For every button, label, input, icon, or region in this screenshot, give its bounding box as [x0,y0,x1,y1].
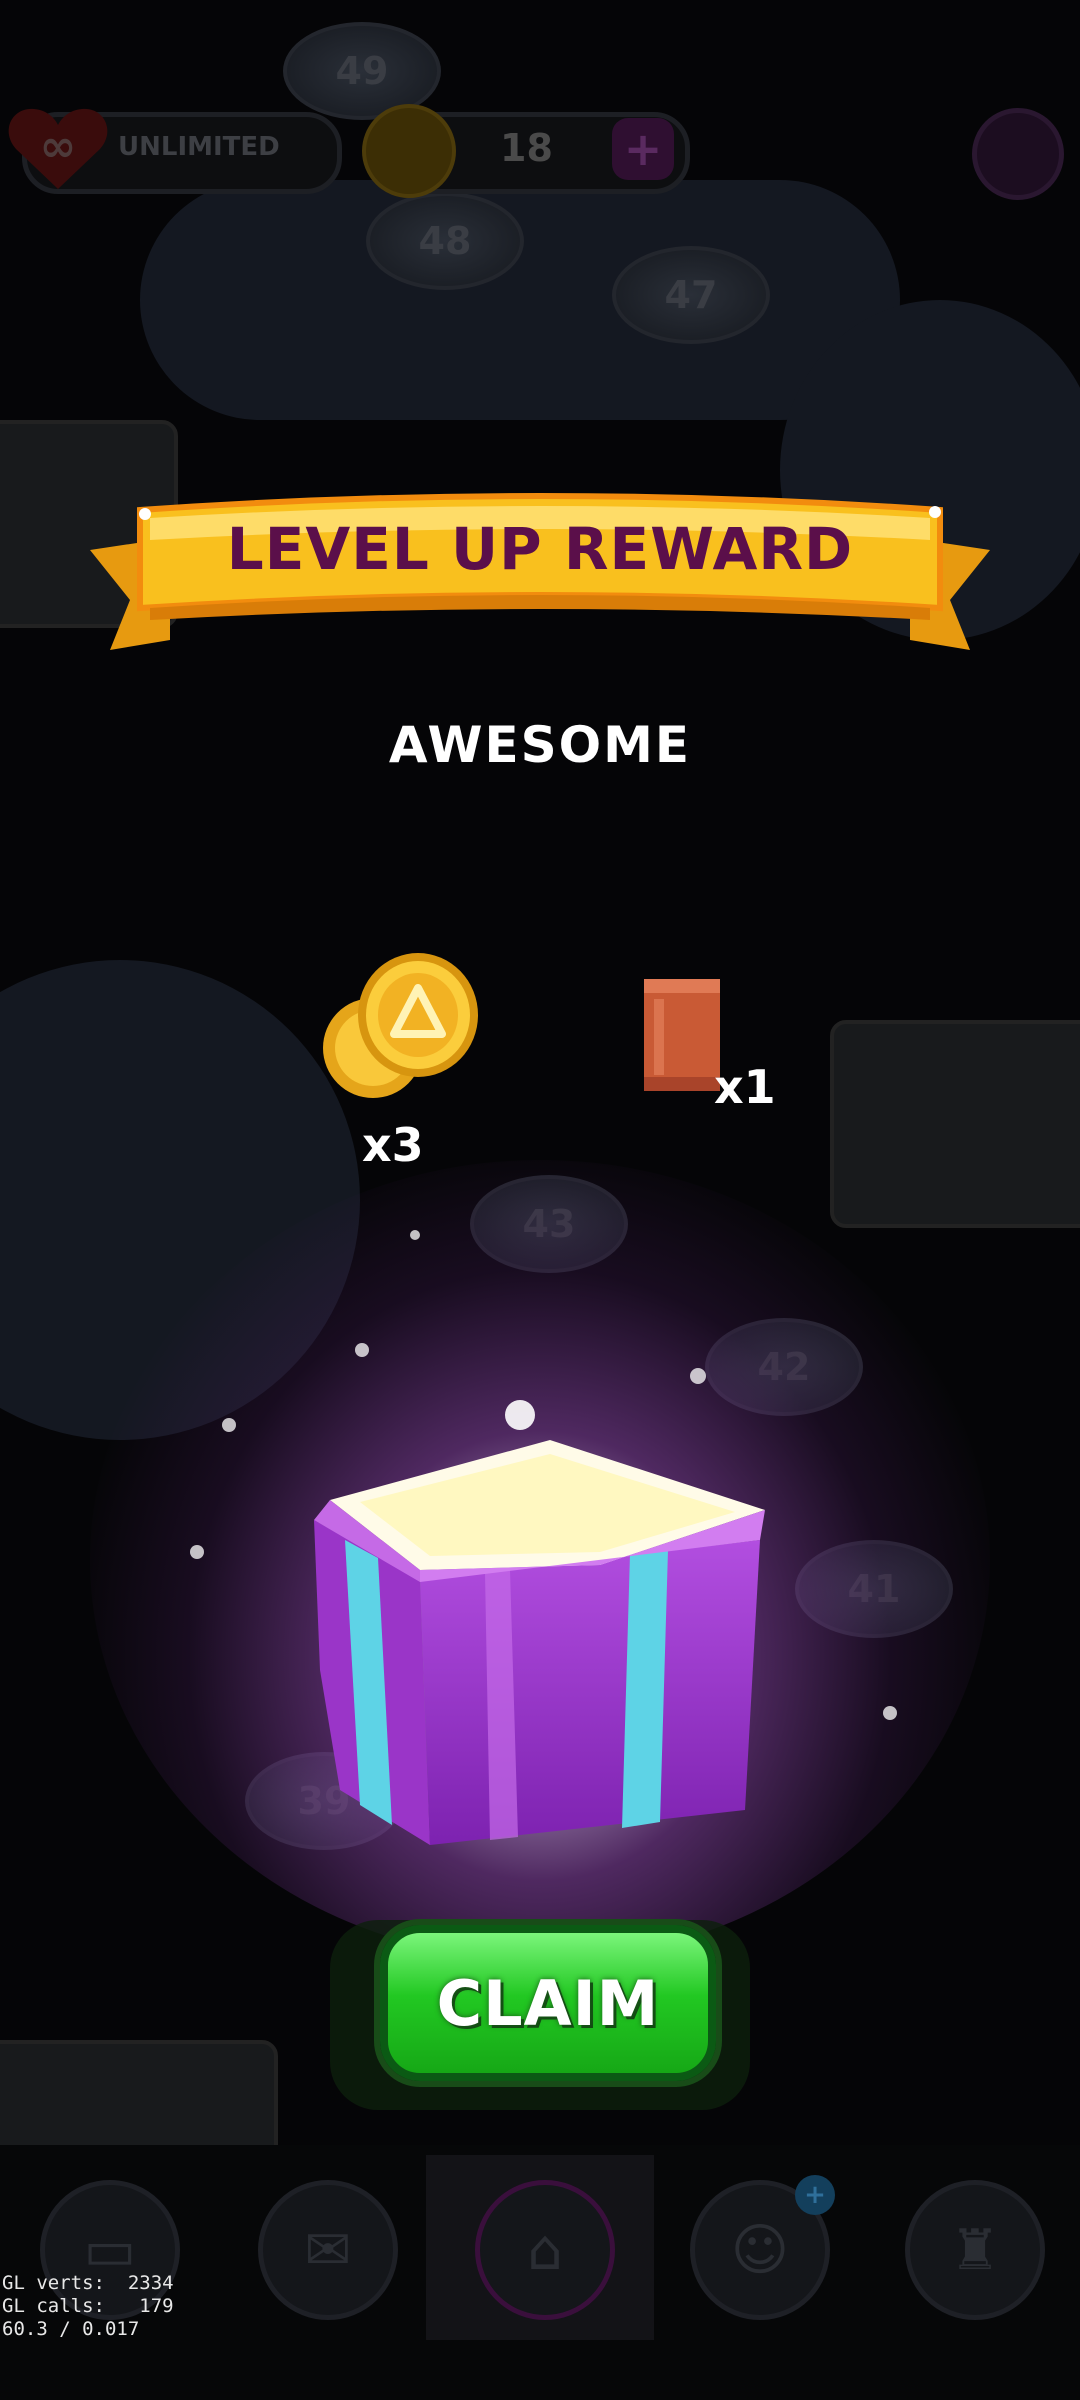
sparkle [355,1343,369,1357]
nav-home-icon[interactable]: ⌂ [475,2180,615,2320]
board-pipe [140,180,900,420]
nav-mail-icon[interactable]: ✉ [258,2180,398,2320]
gift-chest-icon [314,1440,765,1845]
claim-button[interactable]: CLAIM [380,1925,716,2081]
debug-line: GL verts: 2334 [2,2272,174,2294]
level-node: 47 [612,246,770,344]
board-crate [830,1020,1080,1228]
coins-value: 18 [500,126,553,170]
friends-badge: + [795,2175,835,2215]
debug-line: 60.3 / 0.017 [2,2318,140,2340]
svg-text:∞: ∞ [40,121,77,172]
coin-reward-count: x3 [362,1118,424,1172]
buy-coins-button[interactable]: + [612,118,674,180]
coin-icon [323,953,478,1098]
level-node: 48 [366,192,524,290]
pack-reward-count: x1 [714,1060,776,1114]
reward-title: LEVEL UP REWARD [226,515,854,583]
coin-icon [362,104,456,198]
sparkle [410,1230,420,1240]
reward-subtitle: AWESOME [388,716,692,774]
nav-trophy-icon[interactable]: ♜ [905,2180,1045,2320]
sparkle [190,1545,204,1559]
sparkle [505,1400,535,1430]
sparkle [690,1368,706,1384]
card-pack-icon [644,979,720,1091]
heart-icon: ∞ [8,108,108,189]
sparkle [883,1706,897,1720]
debug-line: GL calls: 179 [2,2295,174,2317]
sparkle [222,1418,236,1432]
lives-label: UNLIMITED [118,132,280,162]
debug-overlay: GL verts: 2334 GL calls: 179 60.3 / 0.017 [2,2272,174,2341]
settings-gear-icon[interactable] [972,108,1064,200]
